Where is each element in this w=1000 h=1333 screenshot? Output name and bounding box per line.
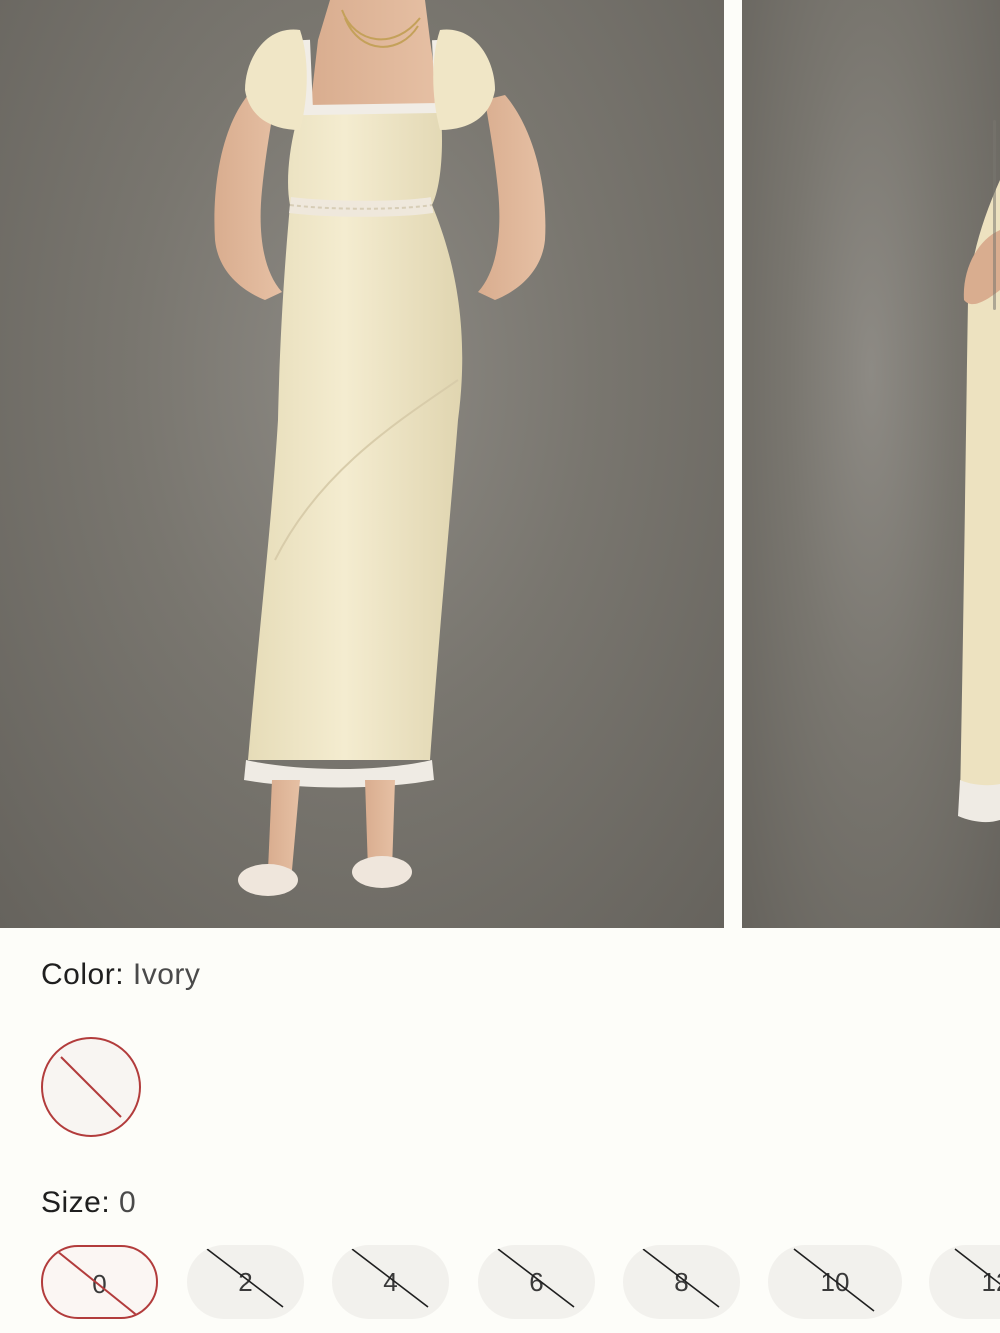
- size-label-key: Size:: [41, 1186, 111, 1219]
- unavailable-slash-icon: [60, 1056, 122, 1118]
- size-button-0[interactable]: 0: [41, 1245, 158, 1319]
- unavailable-strike-icon: [642, 1248, 720, 1308]
- selected-size-value: 0: [119, 1186, 137, 1219]
- unavailable-strike-icon: [351, 1248, 429, 1308]
- unavailable-strike-icon: [497, 1248, 575, 1308]
- unavailable-strike-icon: [954, 1248, 1000, 1285]
- product-image-gallery[interactable]: [0, 0, 1000, 928]
- color-swatch-ivory[interactable]: [41, 1037, 141, 1137]
- unavailable-strike-icon: [206, 1248, 284, 1308]
- size-button-4[interactable]: 4: [332, 1245, 449, 1319]
- product-image-side[interactable]: [742, 0, 1000, 928]
- size-option-label: Size: 0: [41, 1186, 136, 1220]
- product-image-front[interactable]: [0, 0, 724, 928]
- selected-color-value: Ivory: [132, 958, 201, 991]
- size-button-10[interactable]: 10: [768, 1245, 902, 1319]
- size-selector: 0 2 4 6 8 10 12: [0, 1245, 1000, 1321]
- color-label-key: Color:: [41, 958, 125, 991]
- size-button-12[interactable]: 12: [929, 1245, 1000, 1319]
- gallery-scroll-indicator[interactable]: [993, 120, 996, 310]
- size-button-2[interactable]: 2: [187, 1245, 304, 1319]
- dress-front-illustration: [214, 0, 546, 896]
- size-button-8[interactable]: 8: [623, 1245, 740, 1319]
- unavailable-strike-icon: [56, 1250, 140, 1317]
- unavailable-strike-icon: [793, 1248, 875, 1312]
- dress-side-illustration: [958, 180, 1000, 823]
- color-option-label: Color: Ivory: [41, 958, 200, 992]
- size-button-6[interactable]: 6: [478, 1245, 595, 1319]
